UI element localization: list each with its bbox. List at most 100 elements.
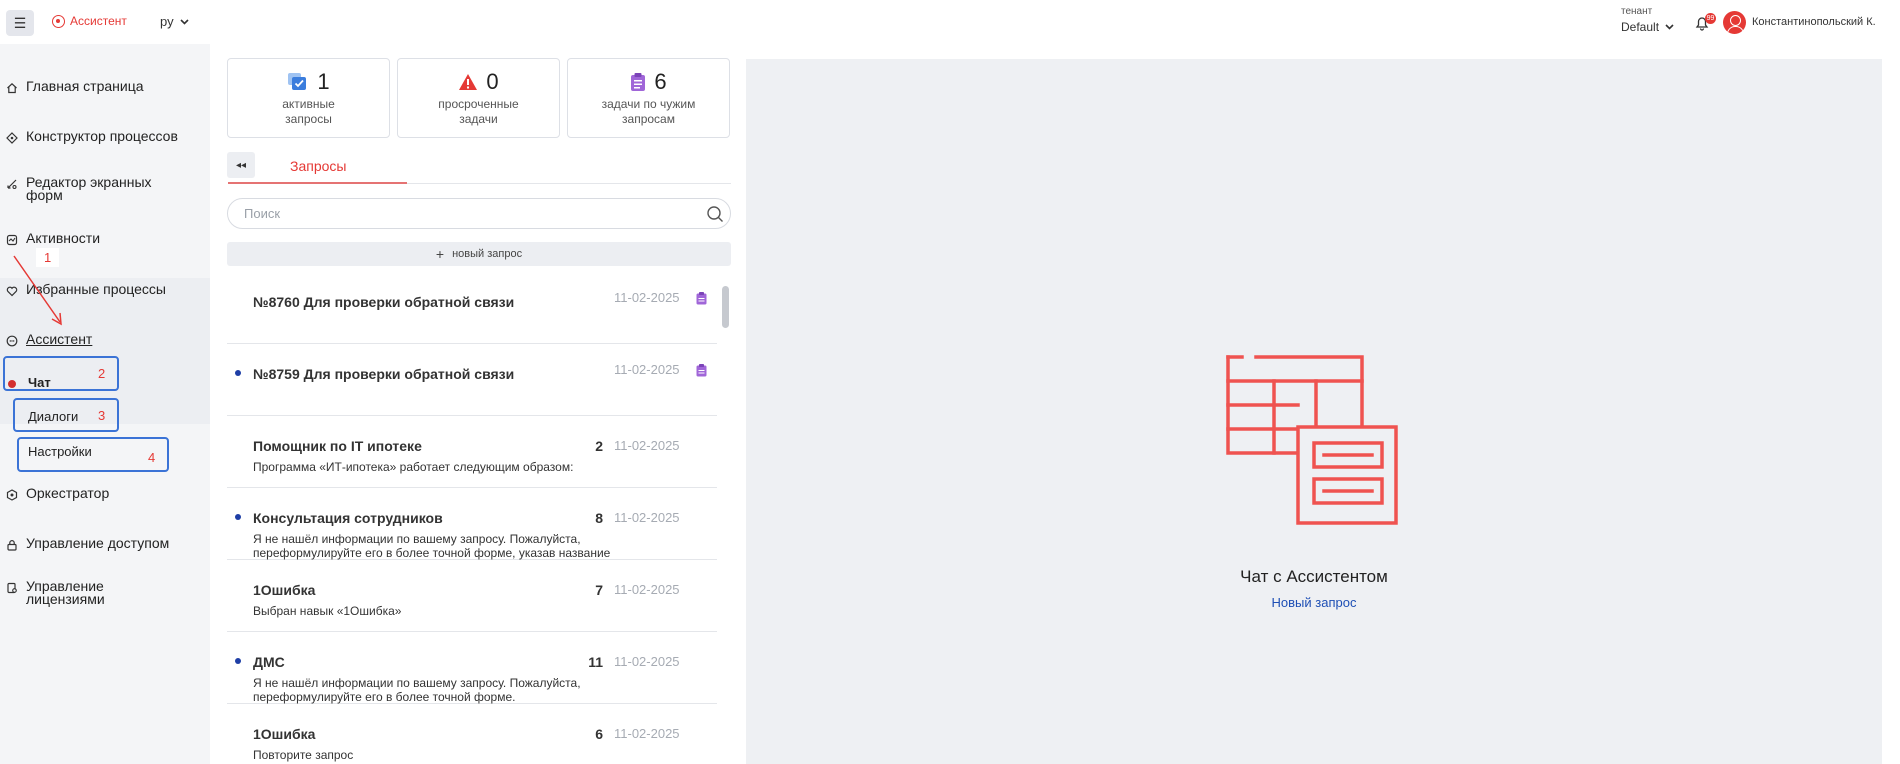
stat-value: 0 (486, 69, 499, 94)
sidebar-item-favorites[interactable]: Избранные процессы (6, 281, 166, 297)
request-title: Консультация сотрудников (253, 510, 443, 526)
process-icon (6, 132, 18, 144)
request-title: Помощник по IT ипотеке (253, 438, 422, 454)
activity-icon (6, 234, 18, 246)
table-document-illustration-icon (1226, 355, 1398, 525)
message-count: 7 (595, 582, 603, 598)
stat-label: задачи по чужим запросам (601, 97, 696, 126)
sidebar-item-label: Редактор экранных форм (26, 174, 152, 203)
annotation-number-1: 1 (36, 248, 60, 267)
annotation-box-4 (17, 437, 169, 472)
request-title: 1Ошибка (253, 726, 316, 742)
chevron-down-icon (180, 18, 189, 25)
sidebar-item-access[interactable]: Управление доступом (6, 535, 170, 551)
annotation-number-2: 2 (98, 366, 106, 381)
sidebar-item-activities[interactable]: Активности (6, 231, 100, 246)
tenant-select[interactable]: тенант Default (1621, 6, 1674, 34)
search-icon[interactable] (706, 205, 724, 223)
message-count: 2 (595, 438, 603, 454)
sidebar-item-label: Ассистент (26, 331, 93, 347)
orchestrator-icon (6, 489, 18, 501)
stat-card-overdue[interactable]: 0 просроченные задачи (397, 58, 560, 138)
tenant-value-row: Default (1621, 20, 1674, 34)
stat-card-foreign-tasks[interactable]: 6 задачи по чужим запросам (567, 58, 730, 138)
request-title: №8760 Для проверки обратной связи (253, 294, 515, 310)
warning-icon (459, 74, 478, 90)
user-name[interactable]: Константинопольский К. (1752, 16, 1876, 28)
top-header: ☰ Ассистент ру тенант Default 99 Констан… (0, 0, 1900, 44)
app-brand[interactable]: Ассистент (52, 14, 127, 28)
brand-label: Ассистент (70, 14, 127, 28)
search-input[interactable] (244, 206, 684, 221)
request-snippet: Повторите запрос (253, 748, 354, 762)
plus-icon: + (435, 246, 445, 262)
message-count: 6 (595, 726, 603, 742)
stat-card-active[interactable]: 1 активные запросы (227, 58, 390, 138)
sidebar-item-form-editor[interactable]: Редактор экранных форм (6, 174, 176, 203)
request-title: 1Ошибка (253, 582, 316, 598)
sidebar-item-label: Управление доступом (26, 535, 170, 551)
request-date: 11-02-2025 (614, 362, 680, 377)
stat-label: просроченные задачи (438, 97, 519, 126)
menu-toggle-button[interactable]: ☰ (6, 10, 34, 36)
sidebar-item-licenses[interactable]: Управление лицензиями (6, 578, 156, 607)
form-editor-icon (7, 179, 17, 190)
search-box (227, 198, 731, 229)
request-date: 11-02-2025 (614, 654, 680, 669)
sidebar-item-label: Управление лицензиями (26, 578, 105, 607)
request-title: ДМС (253, 654, 285, 670)
language-value: ру (160, 14, 174, 29)
request-snippet: Программа «ИТ-ипотека» работает следующи… (253, 460, 574, 474)
list-item[interactable]: Помощник по IT ипотеке 2 11-02-2025 Прог… (227, 416, 717, 488)
sidebar-item-label: Оркестратор (26, 485, 110, 501)
assistant-logo-icon (52, 14, 65, 28)
requests-list: №8760 Для проверки обратной связи 11-02-… (227, 272, 717, 764)
request-date: 11-02-2025 (614, 582, 680, 597)
stack-check-icon (288, 73, 307, 90)
sidebar-item-home[interactable]: Главная страница (6, 78, 144, 94)
sidebar-item-label: Избранные процессы (26, 281, 166, 297)
double-chevron-left-icon: ◂◂ (235, 159, 247, 171)
annotation-number-3: 3 (98, 408, 106, 423)
annotation-arrow (13, 255, 62, 326)
list-item[interactable]: 1Ошибка 6 11-02-2025 Повторите запрос (227, 704, 717, 764)
request-snippet: Я не нашёл информации по вашему запросу.… (253, 532, 611, 560)
unread-dot (235, 514, 241, 520)
message-count: 8 (595, 510, 603, 526)
heart-icon (6, 286, 18, 297)
list-item[interactable]: Консультация сотрудников 8 11-02-2025 Я … (227, 488, 717, 560)
stat-top: 6 (568, 69, 729, 95)
sidebar-item-assistant[interactable]: Ассистент (6, 331, 93, 347)
request-date: 11-02-2025 (614, 290, 680, 305)
request-snippet: Выбран навык «1Ошибка» (253, 604, 402, 618)
list-item[interactable]: №8760 Для проверки обратной связи 11-02-… (227, 272, 717, 344)
clipboard-icon (631, 73, 646, 91)
request-date: 11-02-2025 (614, 438, 680, 453)
list-item[interactable]: №8759 Для проверки обратной связи 11-02-… (227, 344, 717, 416)
empty-state-title: Чат с Ассистентом (1240, 567, 1388, 586)
avatar[interactable] (1723, 11, 1746, 34)
license-icon (7, 582, 17, 594)
list-scrollbar[interactable] (722, 286, 729, 328)
collapse-panel-button[interactable]: ◂◂ (227, 152, 255, 178)
new-request-label: новый запрос (452, 248, 523, 260)
new-request-link[interactable]: Новый запрос (746, 595, 1882, 610)
stat-top: 1 (228, 69, 389, 95)
language-select[interactable]: ру (160, 14, 189, 29)
sidebar-item-process-builder[interactable]: Конструктор процессов (6, 128, 178, 144)
list-item[interactable]: 1Ошибка 7 11-02-2025 Выбран навык «1Ошиб… (227, 560, 717, 632)
list-item[interactable]: ДМС 11 11-02-2025 Я не нашёл информации … (227, 632, 717, 704)
sidebar-item-label: Конструктор процессов (26, 128, 178, 144)
tab-requests[interactable]: Запросы (290, 158, 346, 174)
request-title: №8759 Для проверки обратной связи (253, 366, 515, 382)
home-icon (7, 82, 17, 94)
sidebar-item-orchestrator[interactable]: Оркестратор (6, 485, 110, 501)
new-request-button[interactable]: + новый запрос (227, 242, 731, 266)
stat-value: 1 (317, 69, 330, 94)
sidebar-item-label: Главная страница (26, 78, 144, 94)
active-tab-underline (228, 182, 407, 184)
hamburger-icon: ☰ (13, 14, 27, 31)
unread-dot (235, 658, 241, 664)
tenant-label: тенант (1621, 6, 1653, 17)
annotation-number-4: 4 (148, 450, 156, 465)
